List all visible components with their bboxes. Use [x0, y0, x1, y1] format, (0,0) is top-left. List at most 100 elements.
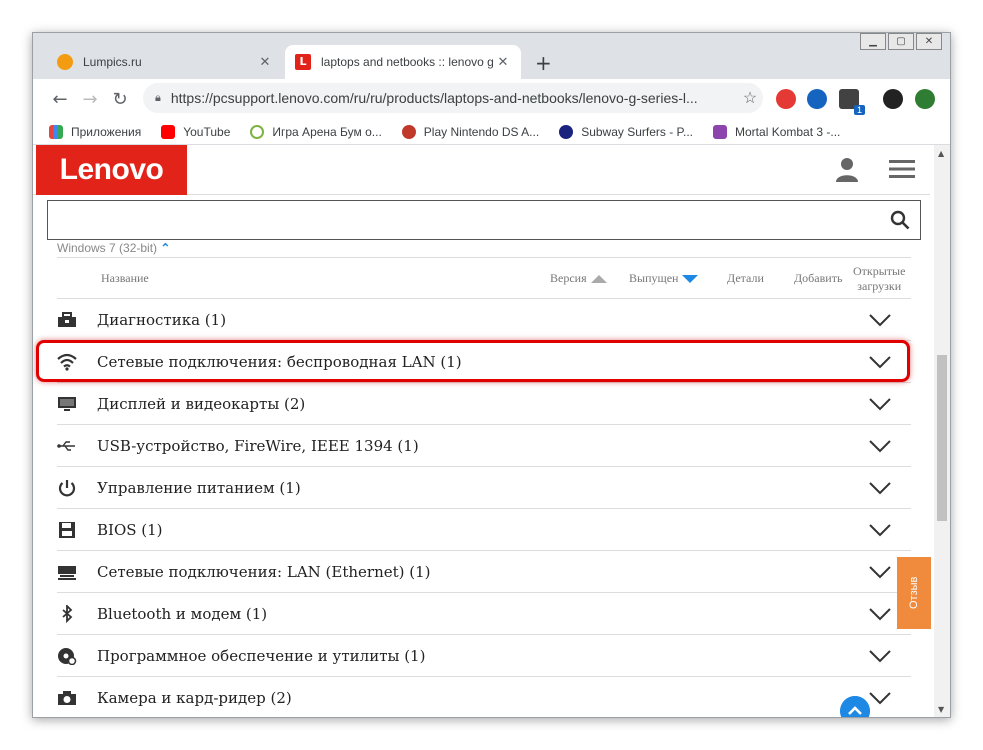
category-label: Управление питанием (1) [97, 479, 301, 497]
page-scrollbar[interactable]: ▲ ▼ [934, 145, 950, 717]
tab-title: laptops and netbooks :: lenovo g [321, 55, 494, 69]
os-label: Windows 7 (32-bit) [57, 241, 158, 255]
ethernet-icon [58, 566, 76, 580]
power-icon [58, 480, 76, 497]
chevron-down-icon[interactable] [869, 607, 891, 621]
g-icon [250, 124, 265, 139]
chevron-down-icon[interactable] [869, 355, 891, 369]
bookmark-mortal-kombat[interactable]: Mortal Kombat 3 -... [713, 124, 841, 139]
category-row-wireless-lan[interactable]: Сетевые подключения: беспроводная LAN (1… [57, 341, 911, 383]
column-released-label: Выпущен [629, 271, 679, 285]
bookmark-label: Subway Surfers - P... [581, 124, 694, 139]
wifi-icon [57, 353, 77, 371]
feedback-tab[interactable]: Отзыв [897, 557, 931, 629]
bookmark-label: Приложения [71, 124, 142, 139]
bookmark-nintendo-ds[interactable]: Play Nintendo DS A... [401, 124, 539, 139]
address-url[interactable]: https://pcsupport.lenovo.com/ru/ru/produ… [171, 90, 737, 106]
column-version[interactable]: Версия [550, 271, 607, 286]
lock-icon[interactable]: 🔒︎ [155, 92, 161, 105]
category-row-ethernet[interactable]: Сетевые подключения: LAN (Ethernet) (1) [57, 551, 911, 593]
sort-ascending-icon [590, 275, 607, 284]
column-open-line1: Открытые [853, 264, 906, 278]
floppy-icon [59, 522, 75, 538]
column-open-line2: загрузки [857, 279, 902, 293]
mk-icon [713, 124, 728, 139]
chevron-down-icon[interactable] [869, 691, 891, 705]
apps-grid-icon [49, 124, 63, 139]
bookmark-youtube[interactable]: YouTube [161, 124, 231, 139]
scrollbar-thumb[interactable] [937, 355, 947, 521]
category-label: Bluetooth и модем (1) [97, 605, 268, 623]
category-list: Диагностика (1) Сетевые подключения: бес… [57, 299, 911, 717]
tab-lenovo[interactable]: L laptops and netbooks :: lenovo g ✕ [285, 45, 521, 79]
scroll-up-arrow-icon[interactable]: ▲ [938, 149, 944, 158]
vpn-globe-icon[interactable] [807, 89, 827, 109]
chevron-down-icon[interactable] [869, 565, 891, 579]
camera-icon [58, 691, 76, 705]
category-row-bios[interactable]: BIOS (1) [57, 509, 911, 551]
bookmark-label: Mortal Kombat 3 -... [735, 124, 841, 139]
lenovo-logo[interactable]: Lenovo [36, 145, 187, 195]
chevron-down-icon[interactable] [869, 649, 891, 663]
opera-adblock-icon[interactable] [776, 89, 796, 109]
chevron-down-icon[interactable] [869, 523, 891, 537]
category-label: Диагностика (1) [97, 311, 227, 329]
usb-icon [57, 441, 75, 451]
category-label: Программное обеспечение и утилиты (1) [97, 647, 426, 665]
tab-lumpics[interactable]: Lumpics.ru ✕ [47, 45, 283, 79]
reload-icon[interactable]: ↻ [105, 89, 135, 110]
address-bar[interactable]: 🔒︎ https://pcsupport.lenovo.com/ru/ru/pr… [143, 83, 763, 113]
forward-arrow-icon[interactable]: → [75, 89, 105, 110]
monitor-icon [58, 397, 76, 411]
chevron-down-icon[interactable] [869, 481, 891, 495]
tab-strip: Lumpics.ru ✕ L laptops and netbooks :: l… [33, 41, 950, 79]
category-row-bluetooth[interactable]: Bluetooth и модем (1) [57, 593, 911, 635]
column-name[interactable]: Название [101, 271, 149, 286]
chevron-down-icon[interactable] [869, 439, 891, 453]
column-open-downloads[interactable]: Открытые загрузки [853, 264, 905, 294]
scroll-down-arrow-icon[interactable]: ▼ [938, 705, 944, 714]
site-search-input[interactable] [47, 200, 921, 240]
user-icon[interactable] [833, 155, 861, 183]
category-label: Сетевые подключения: беспроводная LAN (1… [97, 353, 462, 371]
category-label: Сетевые подключения: LAN (Ethernet) (1) [97, 563, 431, 581]
profile-avatar-icon[interactable] [883, 89, 903, 109]
category-row-diagnostics[interactable]: Диагностика (1) [57, 299, 911, 341]
scroll-to-top-icon[interactable] [840, 696, 870, 718]
site-header: Lenovo [33, 145, 930, 195]
bookmark-star-icon[interactable]: ☆ [737, 88, 763, 108]
update-arrow-icon[interactable] [915, 89, 935, 109]
category-label: BIOS (1) [97, 521, 163, 539]
lenovo-favicon-icon: L [295, 54, 311, 70]
gamepad-icon [401, 124, 416, 139]
feedback-label: Отзыв [908, 576, 920, 610]
back-arrow-icon[interactable]: ← [45, 89, 75, 110]
close-icon[interactable]: ✕ [495, 55, 511, 70]
category-row-display[interactable]: Дисплей и видеокарты (2) [57, 383, 911, 425]
os-selector[interactable]: Windows 7 (32-bit) ⌃ [57, 241, 170, 255]
category-row-camera[interactable]: Камера и кард-ридер (2) [57, 677, 911, 717]
bookmark-arena-boom[interactable]: Игра Арена Бум о... [250, 124, 382, 139]
bookmark-apps[interactable]: Приложения [49, 124, 142, 139]
category-row-software[interactable]: Программное обеспечение и утилиты (1) [57, 635, 911, 677]
category-row-power[interactable]: Управление питанием (1) [57, 467, 911, 509]
toolbox-icon [58, 312, 76, 327]
search-icon[interactable] [890, 210, 910, 230]
column-released[interactable]: Выпущен [629, 271, 699, 286]
close-icon[interactable]: ✕ [257, 55, 273, 70]
extension-badge: 1 [853, 105, 865, 115]
bookmarks-bar: Приложения YouTube Игра Арена Бум о... P… [33, 119, 950, 145]
page-viewport: Lenovo Windows 7 (32-bit) ⌃ Название Вер… [33, 145, 950, 718]
downloads-table-header: Название Версия Выпущен Детали Добавить … [57, 257, 911, 299]
extension-box-icon[interactable]: 1 [839, 89, 865, 115]
chevron-down-icon[interactable] [869, 397, 891, 411]
browser-toolbar: ← → ↻ 🔒︎ https://pcsupport.lenovo.com/ru… [33, 79, 950, 119]
chevron-down-icon[interactable] [869, 313, 891, 327]
bookmark-label: YouTube [183, 124, 231, 139]
youtube-icon [161, 124, 176, 139]
bookmark-subway-surfers[interactable]: Subway Surfers - P... [559, 124, 694, 139]
new-tab-icon[interactable]: + [535, 51, 552, 75]
hamburger-menu-icon[interactable] [889, 159, 915, 179]
category-row-usb[interactable]: USB-устройство, FireWire, IEEE 1394 (1) [57, 425, 911, 467]
column-version-label: Версия [550, 271, 587, 285]
